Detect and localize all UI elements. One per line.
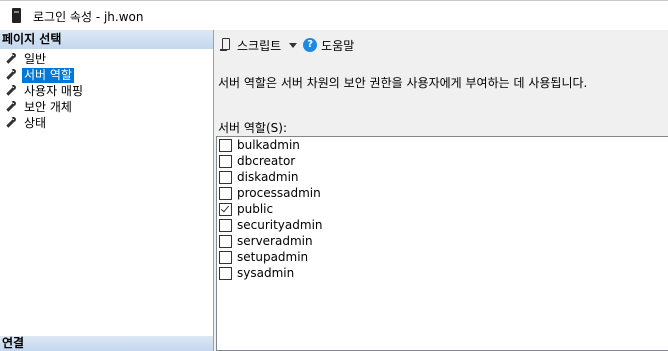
page-item-label: 상태 [24, 115, 47, 130]
page-item-label: 사용자 매핑 [24, 83, 84, 98]
page-selector-pane: 페이지 선택 일반 서버 역할 사용자 매핑 보안 개체 상태 연결 [0, 30, 214, 351]
server-roles-label: 서버 역할(S): [218, 121, 287, 135]
content-pane: 스크립트 ? 도움말 서버 역할은 서버 차원의 보안 권한을 사용자에게 부여… [214, 30, 668, 351]
wrench-icon [5, 101, 17, 113]
script-icon [220, 38, 233, 52]
wrench-icon [5, 69, 17, 81]
role-checkbox[interactable] [219, 266, 232, 280]
role-name: securityadmin [237, 218, 323, 232]
list-item[interactable]: securityadmin [217, 217, 668, 233]
role-checkbox[interactable] [219, 138, 232, 152]
page-description: 서버 역할은 서버 차원의 보안 권한을 사용자에게 부여하는 데 사용됩니다. [218, 76, 588, 90]
server-roles-list: bulkadmin dbcreator diskadmin processadm… [216, 136, 668, 351]
script-label: 스크립트 [237, 38, 282, 53]
role-name: serveradmin [237, 234, 313, 248]
role-name: processadmin [237, 186, 321, 200]
help-icon: ? [303, 38, 318, 52]
role-name: diskadmin [237, 170, 299, 184]
page-item-user-mapping[interactable]: 사용자 매핑 [0, 83, 213, 99]
wrench-icon [5, 85, 17, 97]
role-checkbox[interactable] [219, 186, 232, 200]
role-name: sysadmin [237, 266, 295, 280]
sql-server-icon [9, 7, 25, 25]
page-item-status[interactable]: 상태 [0, 115, 213, 131]
role-name: setupadmin [237, 250, 309, 264]
wrench-icon [5, 53, 17, 65]
connection-header: 연결 [0, 336, 213, 351]
role-checkbox[interactable] [219, 218, 232, 232]
role-checkbox[interactable] [219, 170, 232, 184]
role-name: public [237, 202, 274, 216]
list-item[interactable]: sysadmin [217, 265, 668, 281]
script-button[interactable]: 스크립트 [220, 37, 281, 54]
role-checkbox[interactable] [219, 234, 232, 248]
list-item[interactable]: serveradmin [217, 233, 668, 249]
chevron-down-icon[interactable] [289, 42, 298, 48]
page-item-general[interactable]: 일반 [0, 51, 213, 67]
list-item[interactable]: setupadmin [217, 249, 668, 265]
page-list: 일반 서버 역할 사용자 매핑 보안 개체 상태 [0, 49, 213, 131]
list-item[interactable]: diskadmin [217, 169, 668, 185]
list-item[interactable]: bulkadmin [217, 137, 668, 153]
toolbar: 스크립트 ? 도움말 [214, 30, 668, 60]
list-item[interactable]: dbcreator [217, 153, 668, 169]
page-item-server-roles[interactable]: 서버 역할 [0, 67, 213, 83]
wrench-icon [5, 117, 17, 129]
list-item[interactable]: processadmin [217, 185, 668, 201]
role-name: bulkadmin [237, 138, 300, 152]
page-item-label: 일반 [24, 51, 47, 66]
role-checkbox[interactable] [219, 250, 232, 264]
role-checkbox[interactable] [219, 154, 232, 168]
page-item-label: 보안 개체 [24, 99, 72, 114]
role-checkbox-checked[interactable] [219, 202, 232, 216]
list-item[interactable]: public [217, 201, 668, 217]
page-select-header: 페이지 선택 [0, 30, 213, 49]
help-label: 도움말 [321, 38, 355, 53]
title-bar: 로그인 속성 - jh.won [0, 0, 668, 31]
role-name: dbcreator [237, 154, 296, 168]
page-item-securables[interactable]: 보안 개체 [0, 99, 213, 115]
page-item-label: 서버 역할 [22, 67, 74, 83]
help-button[interactable]: ? 도움말 [303, 37, 354, 54]
window-title: 로그인 속성 - jh.won [33, 9, 144, 24]
